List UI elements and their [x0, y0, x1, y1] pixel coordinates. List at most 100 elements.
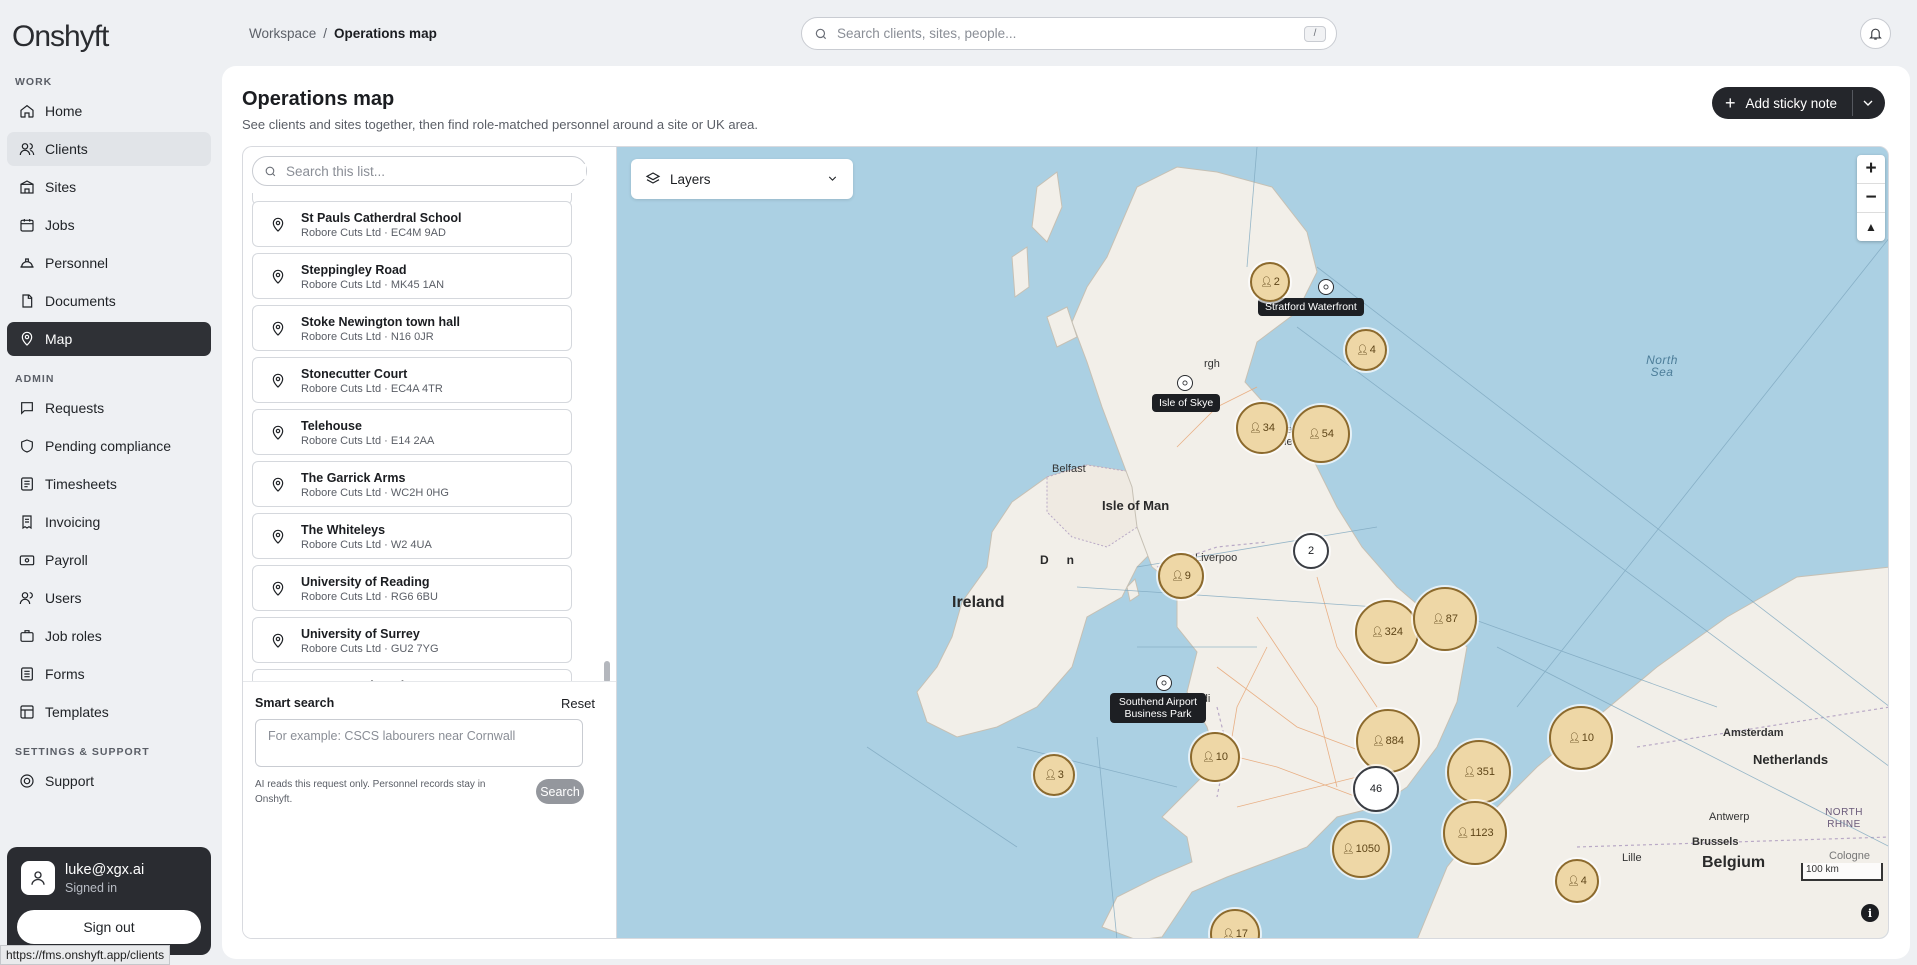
map-site-pin[interactable] [1177, 375, 1193, 391]
map-cluster[interactable]: 👤︎ 54 [1292, 405, 1350, 463]
templates-icon [19, 704, 35, 720]
map-cluster[interactable]: 46 [1353, 766, 1399, 812]
map-cluster[interactable]: 👤︎ 87 [1413, 587, 1477, 651]
app-logo[interactable]: Onshyft [12, 18, 109, 53]
map-cluster[interactable]: 👤︎ 884 [1356, 709, 1420, 773]
layers-icon [645, 171, 661, 187]
map-site-pin[interactable] [1318, 279, 1334, 295]
place-label-part: n [1066, 553, 1075, 567]
sidebar-item-requests[interactable]: Requests [7, 391, 211, 425]
map-cluster[interactable]: 👤︎ 34 [1236, 402, 1288, 454]
person-icon: 👤︎ [1308, 428, 1321, 440]
zoom-out-button[interactable]: − [1857, 184, 1885, 212]
cluster-count: 46 [1369, 783, 1383, 795]
map-cluster[interactable]: 👤︎ 4 [1345, 329, 1387, 371]
map-cluster[interactable]: 👤︎ 3 [1033, 754, 1075, 796]
breadcrumb-current: Operations map [334, 26, 437, 41]
sidebar-item-sites[interactable]: Sites [7, 170, 211, 204]
map-cluster[interactable]: 👤︎ 1050 [1332, 820, 1390, 878]
list-item[interactable]: Stoke Newington town hall Robore Cuts Ltd… [252, 305, 572, 351]
user-card: luke@xgx.ai Signed in Sign out [7, 847, 211, 955]
sidebar-item-pending-compliance[interactable]: Pending compliance [7, 429, 211, 463]
app-logo-text: Onshyft [12, 20, 109, 53]
map-cluster[interactable]: 👤︎ 351 [1447, 740, 1511, 804]
sidebar-item-forms[interactable]: Forms [7, 657, 211, 691]
person-icon: 👤︎ [1260, 276, 1273, 288]
reset-button[interactable]: Reset [561, 696, 595, 711]
smart-search-note: AI reads this request only. Personnel re… [255, 779, 486, 805]
sign-out-button[interactable]: Sign out [17, 910, 201, 944]
global-search[interactable]: / [801, 17, 1337, 50]
list-item[interactable]: St Pauls Catherdral School Robore Cuts Lt… [252, 201, 572, 247]
list-item[interactable]: Steppingley Road Robore Cuts Ltd · MK45 1… [252, 253, 572, 299]
site-meta: Robore Cuts Ltd · EC4A 4TR [301, 383, 443, 395]
layers-dropdown[interactable]: Layers [631, 159, 853, 199]
sidebar-item-payroll[interactable]: Payroll [7, 543, 211, 577]
sidebar-item-label: Jobs [45, 217, 75, 233]
site-list[interactable]: St Pauls Catherdral School Robore Cuts Lt… [252, 193, 572, 681]
place-label: North Sea [1646, 353, 1678, 379]
sidebar-item-timesheets[interactable]: Timesheets [7, 467, 211, 501]
list-item[interactable]: Telehouse Robore Cuts Ltd · E14 2AA [252, 409, 572, 455]
global-search-input[interactable] [837, 26, 1304, 41]
cluster-count: 4 [1369, 344, 1376, 356]
place-label: Lille [1622, 852, 1642, 864]
list-search-input[interactable] [286, 163, 586, 179]
map-cluster[interactable]: 👤︎ 1123 [1443, 801, 1507, 865]
map-cluster[interactable]: 2 [1293, 533, 1329, 569]
smart-search-button[interactable]: Search [536, 779, 584, 804]
notifications-button[interactable] [1860, 18, 1891, 49]
site-name: Telehouse [301, 419, 362, 433]
list-scrollbar[interactable] [604, 661, 610, 683]
location-pin-icon [270, 476, 286, 494]
sidebar-item-templates[interactable]: Templates [7, 695, 211, 729]
map-cluster[interactable]: 👤︎ 9 [1158, 553, 1204, 599]
list-item[interactable]: West One Shopping CentreRobore Cuts Ltd … [252, 669, 572, 681]
add-sticky-note-button[interactable]: + Add sticky note [1712, 87, 1885, 119]
sidebar-item-job-roles[interactable]: Job roles [7, 619, 211, 653]
compass-reset-button[interactable]: ▲ [1857, 213, 1885, 241]
operations-map[interactable]: Ireland Isle of Man Belfast Dn rgh Newca… [616, 146, 1889, 939]
sidebar-item-home[interactable]: Home [7, 94, 211, 128]
page-title: Operations map [242, 88, 395, 110]
sidebar-item-label: Pending compliance [45, 438, 172, 454]
zoom-in-button[interactable]: + [1857, 155, 1885, 183]
sidebar-item-invoicing[interactable]: Invoicing [7, 505, 211, 539]
sidebar-item-support[interactable]: Support [7, 764, 211, 798]
map-cluster[interactable]: 👤︎ 4 [1555, 859, 1599, 903]
sites-icon [19, 179, 35, 195]
chevron-down-icon[interactable] [1860, 95, 1876, 111]
map-site-pin[interactable] [1156, 675, 1172, 691]
sidebar-item-documents[interactable]: Documents [7, 284, 211, 318]
map-info-button[interactable]: i [1861, 904, 1879, 922]
list-item[interactable]: University of Surrey Robore Cuts Ltd · GU… [252, 617, 572, 663]
cluster-count: 3 [1057, 769, 1064, 781]
smart-search-input[interactable] [255, 719, 583, 767]
cluster-count: 1050 [1355, 843, 1381, 855]
location-pin-icon [270, 424, 286, 442]
avatar[interactable] [21, 861, 55, 895]
map-pin-label[interactable]: Southend Airport Business Park [1110, 693, 1206, 723]
sidebar-item-users[interactable]: Users [7, 581, 211, 615]
breadcrumb-root[interactable]: Workspace [249, 26, 316, 41]
section-label-admin: ADMIN [15, 373, 55, 385]
user-email: luke@xgx.ai [65, 862, 145, 878]
sidebar-item-map[interactable]: Map [7, 322, 211, 356]
list-search[interactable] [252, 156, 587, 186]
sidebar-item-label: Invoicing [45, 514, 101, 530]
map-pin-label[interactable]: Isle of Skye [1152, 394, 1221, 412]
cluster-count: 10 [1581, 732, 1594, 744]
map-cluster[interactable]: 👤︎ 10 [1549, 706, 1613, 770]
list-item[interactable]: Stonecutter Court Robore Cuts Ltd · EC4A … [252, 357, 572, 403]
map-cluster[interactable]: 👤︎ 324 [1355, 600, 1419, 664]
list-item[interactable]: The Garrick Arms Robore Cuts Ltd · WC2H 0… [252, 461, 572, 507]
sidebar-item-clients[interactable]: Clients [7, 132, 211, 166]
list-item[interactable]: University of Reading Robore Cuts Ltd · R… [252, 565, 572, 611]
map-cluster[interactable]: 👤︎ 10 [1190, 732, 1240, 782]
sidebar-item-personnel[interactable]: Personnel [7, 246, 211, 280]
list-item[interactable]: The Whiteleys Robore Cuts Ltd · W2 4UA [252, 513, 572, 559]
sidebar-item-jobs[interactable]: Jobs [7, 208, 211, 242]
button-divider [1852, 90, 1853, 116]
cluster-count: 17 [1235, 928, 1248, 939]
map-cluster[interactable]: 👤︎ 2 [1250, 262, 1290, 302]
